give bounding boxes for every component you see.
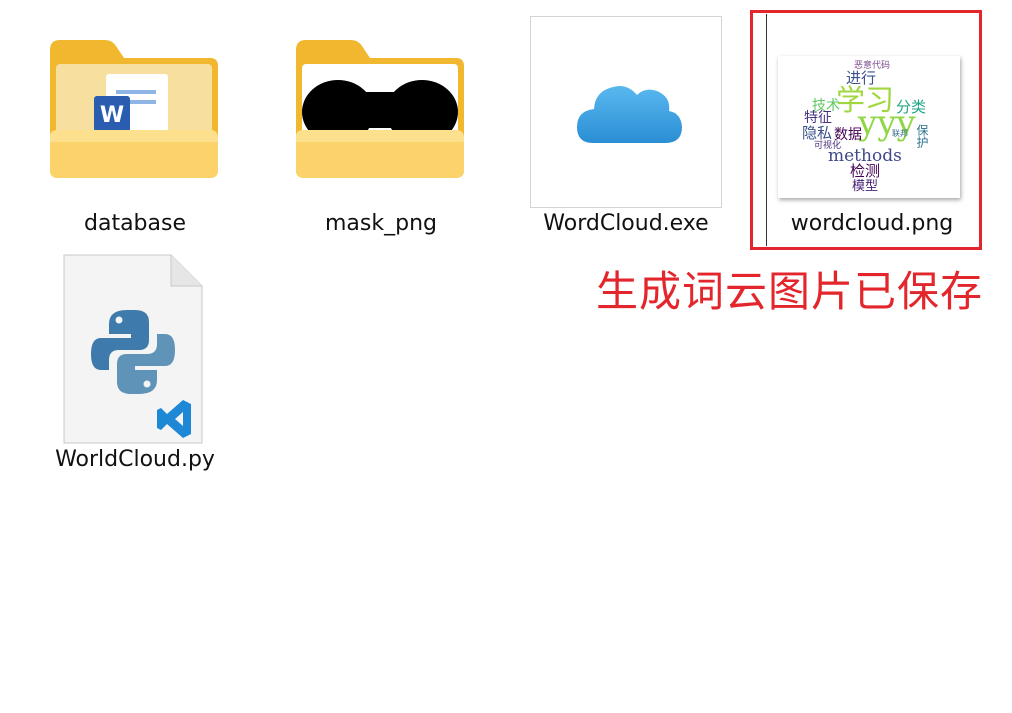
file-label-database: database [84,211,186,236]
file-label-worldcloud-py: WorldCloud.py [55,447,215,472]
file-item-wordcloud-exe[interactable]: WordCloud.exe [528,14,724,250]
folder-icon [296,40,464,178]
file-item-mask-png[interactable]: mask_png [286,20,476,250]
annotation-text: 生成词云图片已保存 [596,267,984,316]
file-label-wordcloud-exe: WordCloud.exe [543,211,709,236]
file-explorer-view: W database mask_png WordCloud.exe 恶意代码 进… [0,0,1012,713]
file-item-worldcloud-py[interactable]: WorldCloud.py [40,250,230,480]
svg-text:W: W [100,103,124,128]
highlight-box [750,10,982,250]
python-vscode-icon [63,254,203,444]
file-label-mask-png: mask_png [325,211,437,236]
file-item-database[interactable]: W database [40,20,230,250]
folder-icon: W [50,40,218,178]
exe-thumbnail-frame [530,16,722,208]
cloud-icon [577,86,682,143]
